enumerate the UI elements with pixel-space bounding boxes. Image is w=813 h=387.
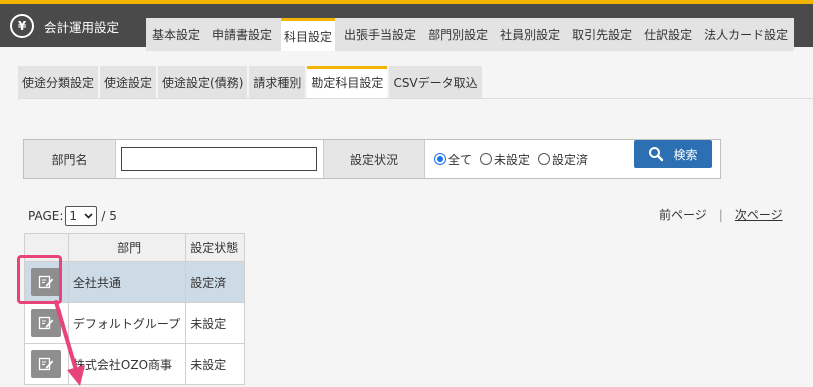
pointer-arrow [54,300,85,386]
